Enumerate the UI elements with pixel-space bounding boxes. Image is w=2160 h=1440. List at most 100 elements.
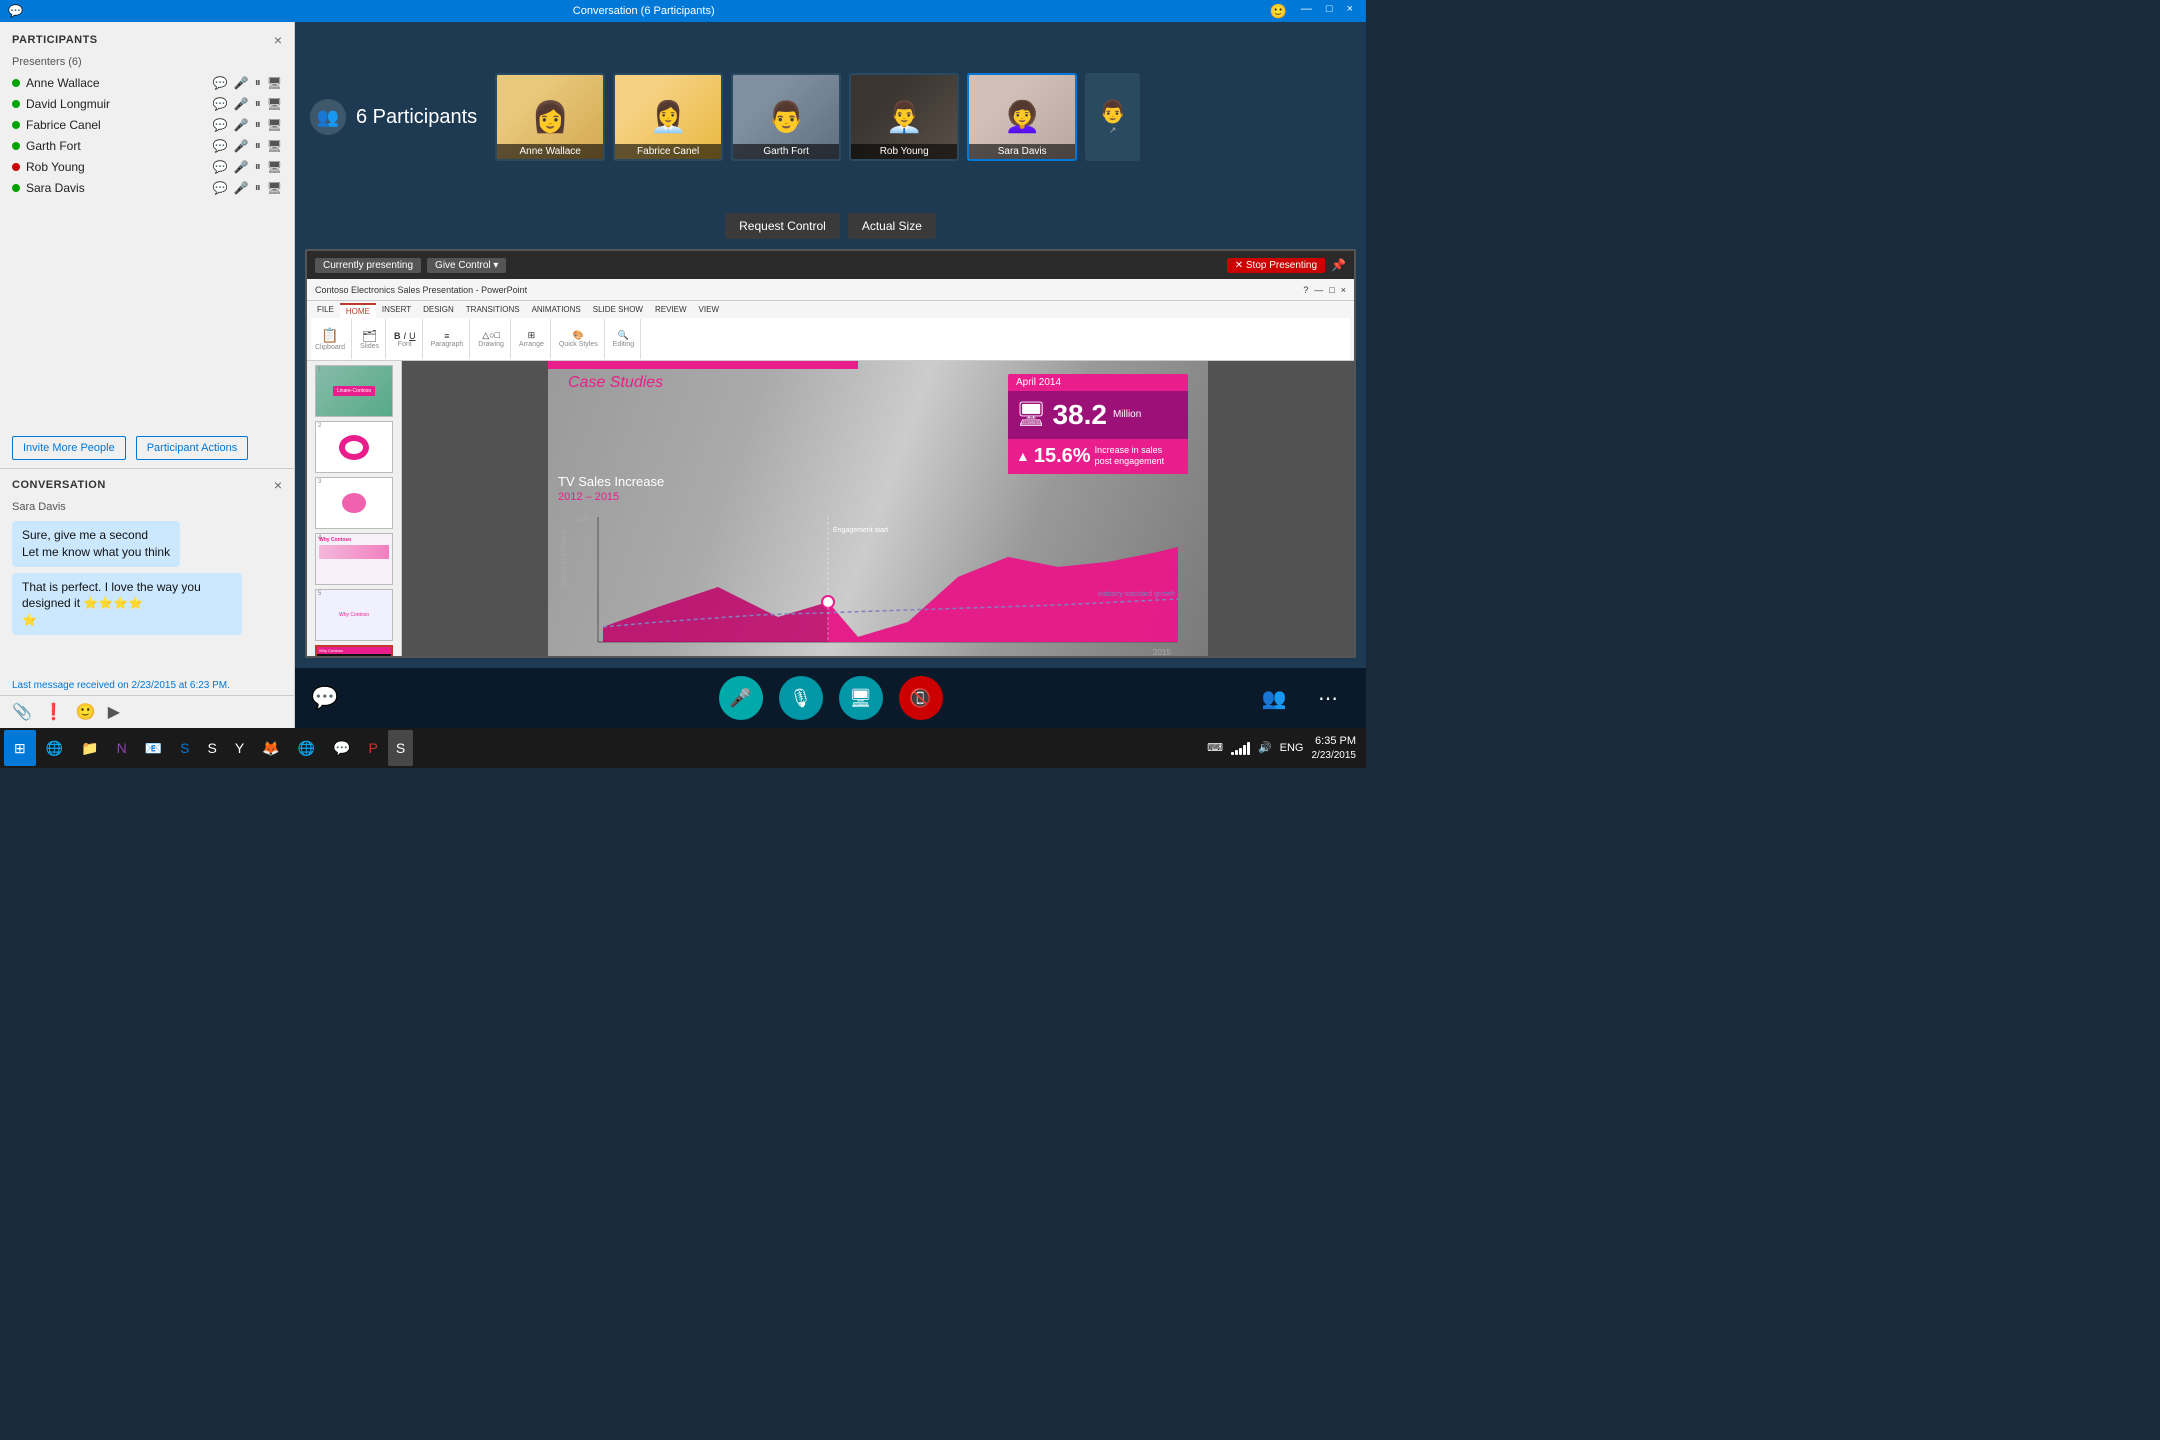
chat-icon[interactable]: 💬 bbox=[213, 160, 228, 174]
video-thumb-fabrice[interactable]: 👩‍💼 Fabrice Canel bbox=[613, 73, 723, 161]
ppt-help-icon[interactable]: ? bbox=[1303, 285, 1308, 295]
mic-icon[interactable]: 🎤 bbox=[234, 97, 249, 111]
chat-icon[interactable]: 💬 bbox=[213, 139, 228, 153]
pause-icon[interactable]: ⏸ bbox=[255, 138, 261, 153]
taskbar-skypedesktop-btn[interactable]: S bbox=[172, 730, 197, 766]
video-thumb-anne[interactable]: 👩 Anne Wallace bbox=[495, 73, 605, 161]
minimize-btn[interactable]: — bbox=[1296, 3, 1317, 20]
font-underline-btn[interactable]: U bbox=[409, 331, 416, 341]
taskbar-ie-btn[interactable]: 🌐 bbox=[38, 730, 71, 766]
slide-thumb-3[interactable]: 3 bbox=[315, 477, 393, 529]
slide-thumb-6[interactable]: 6 Why Contoso 38.2 bbox=[315, 645, 393, 658]
monitor-icon[interactable]: 🖥 bbox=[267, 139, 282, 153]
chat-icon[interactable]: 💬 bbox=[213, 181, 228, 195]
ribbon-tab-review[interactable]: REVIEW bbox=[649, 303, 693, 318]
pause-icon[interactable]: ⏸ bbox=[255, 117, 261, 132]
participants-panel-button[interactable]: 👥 bbox=[1252, 676, 1296, 720]
volume-icon[interactable]: 🔊 bbox=[1258, 741, 1272, 754]
drawing-label: Drawing bbox=[478, 341, 504, 348]
mic-icon[interactable]: 🎤 bbox=[234, 181, 249, 195]
mic-icon[interactable]: 🎤 bbox=[234, 76, 249, 90]
mic-icon[interactable]: 🎤 bbox=[234, 139, 249, 153]
send-icon[interactable]: ▶ bbox=[108, 702, 120, 722]
taskbar-chrome-btn[interactable]: 🌐 bbox=[290, 730, 323, 766]
last-message-info: Last message received on 2/23/2015 at 6:… bbox=[0, 676, 294, 695]
taskbar-skype2-btn[interactable]: S bbox=[200, 730, 225, 766]
stop-presenting-button[interactable]: ✕ Stop Presenting bbox=[1227, 258, 1325, 273]
slide-thumb-5[interactable]: 5 Why Contoso bbox=[315, 589, 393, 641]
video-more-thumb[interactable]: 👨 ↗ bbox=[1085, 73, 1140, 161]
mute-button[interactable]: 🎤 bbox=[719, 676, 763, 720]
ribbon-tab-transitions[interactable]: TRANSITIONS bbox=[460, 303, 526, 318]
ppt-close-btn[interactable]: × bbox=[1341, 285, 1346, 295]
video-thumb-sara[interactable]: 👩‍🦱 Sara Davis bbox=[967, 73, 1077, 161]
taskbar-skype4-btn[interactable]: S bbox=[388, 730, 413, 766]
actual-size-button[interactable]: Actual Size bbox=[848, 213, 936, 239]
taskbar-yahoo-btn[interactable]: Y bbox=[227, 730, 252, 766]
more-options-button[interactable]: ⋯ bbox=[1306, 676, 1350, 720]
urgent-icon[interactable]: ❗ bbox=[44, 702, 64, 722]
chat-bubble-btn[interactable]: 💬 bbox=[311, 685, 338, 711]
smiley-icon[interactable]: 🙂 bbox=[1264, 3, 1291, 20]
give-control-button[interactable]: Give Control ▾ bbox=[427, 258, 506, 273]
ppt-minimize-btn[interactable]: — bbox=[1314, 285, 1323, 295]
ribbon-tab-design[interactable]: DESIGN bbox=[417, 303, 460, 318]
ribbon-tab-home[interactable]: HOME bbox=[340, 303, 376, 318]
taskbar-outlook-btn[interactable]: 📧 bbox=[137, 730, 170, 766]
audio-button[interactable]: 🎙 bbox=[779, 676, 823, 720]
request-control-button[interactable]: Request Control bbox=[725, 213, 840, 239]
ribbon-tab-slideshow[interactable]: SLIDE SHOW bbox=[587, 303, 649, 318]
pin-icon[interactable]: 📌 bbox=[1331, 258, 1346, 272]
participant-actions-button[interactable]: Participant Actions bbox=[136, 436, 249, 460]
stats-growth: ▲ 15.6% Increase in sales post engagemen… bbox=[1008, 439, 1188, 474]
taskbar-explorer-btn[interactable]: 📁 bbox=[73, 730, 106, 766]
monitor-icon[interactable]: 🖥 bbox=[267, 181, 282, 195]
invite-more-people-button[interactable]: Invite More People bbox=[12, 436, 126, 460]
paragraph-label: Paragraph bbox=[431, 341, 464, 348]
taskbar-powerpoint-btn[interactable]: P bbox=[361, 730, 386, 766]
font-italic-btn[interactable]: I bbox=[404, 331, 407, 341]
hang-up-button[interactable]: 📵 bbox=[899, 676, 943, 720]
language-indicator[interactable]: ENG bbox=[1280, 742, 1304, 754]
ribbon-tab-animations[interactable]: ANIMATIONS bbox=[526, 303, 587, 318]
restore-btn[interactable]: □ bbox=[1321, 3, 1338, 20]
ppt-main-slide-view[interactable]: Why Contoso Case Studies April 2014 🖥 38… bbox=[402, 361, 1354, 658]
pause-icon[interactable]: ⏸ bbox=[255, 96, 261, 111]
monitor-icon[interactable]: 🖥 bbox=[267, 97, 282, 111]
chat-icon[interactable]: 💬 bbox=[213, 118, 228, 132]
monitor-icon[interactable]: 🖥 bbox=[267, 160, 282, 174]
taskbar-onenote-btn[interactable]: N bbox=[109, 730, 135, 766]
ribbon-tab-insert[interactable]: INSERT bbox=[376, 303, 417, 318]
chat-icon[interactable]: 💬 bbox=[213, 76, 228, 90]
pause-icon[interactable]: ⏸ bbox=[255, 180, 261, 195]
keyboard-icon[interactable]: ⌨ bbox=[1207, 741, 1223, 754]
monitor-icon[interactable]: 🖥 bbox=[267, 118, 282, 132]
ribbon-tab-view[interactable]: VIEW bbox=[693, 303, 725, 318]
monitor-icon[interactable]: 🖥 bbox=[267, 76, 282, 90]
ribbon-tab-file[interactable]: FILE bbox=[311, 303, 340, 318]
slide-thumb-4[interactable]: 4 Why Contoso bbox=[315, 533, 393, 585]
slide-thumb-2[interactable]: 2 bbox=[315, 421, 393, 473]
taskbar-firefox-btn[interactable]: 🦊 bbox=[254, 730, 287, 766]
mic-icon[interactable]: 🎤 bbox=[234, 118, 249, 132]
mic-icon[interactable]: 🎤 bbox=[234, 160, 249, 174]
taskbar-skype3-btn[interactable]: 💬 bbox=[325, 730, 358, 766]
video-thumb-rob[interactable]: 👨‍💼 Rob Young bbox=[849, 73, 959, 161]
paste-icon[interactable]: 📋 bbox=[321, 327, 338, 344]
participants-close-btn[interactable]: × bbox=[274, 32, 282, 48]
emoji-icon[interactable]: 🙂 bbox=[76, 702, 96, 722]
ppt-restore-btn[interactable]: □ bbox=[1329, 285, 1334, 295]
pause-icon[interactable]: ⏸ bbox=[255, 75, 261, 90]
screen-share-button[interactable]: 🖥 bbox=[839, 676, 883, 720]
clock[interactable]: 6:35 PM 2/23/2015 bbox=[1312, 734, 1357, 761]
font-bold-btn[interactable]: B bbox=[394, 331, 401, 341]
chat-icon[interactable]: 💬 bbox=[213, 97, 228, 111]
new-slide-icon[interactable]: 🗂 bbox=[362, 329, 377, 343]
conversation-close-btn[interactable]: × bbox=[274, 477, 282, 493]
slide-thumb-1[interactable]: 1 Linare-Contoso bbox=[315, 365, 393, 417]
close-btn[interactable]: × bbox=[1342, 3, 1358, 20]
attach-icon[interactable]: 📎 bbox=[12, 702, 32, 722]
pause-icon[interactable]: ⏸ bbox=[255, 159, 261, 174]
start-button[interactable]: ⊞ bbox=[4, 730, 36, 766]
video-thumb-garth[interactable]: 👨 Garth Fort bbox=[731, 73, 841, 161]
